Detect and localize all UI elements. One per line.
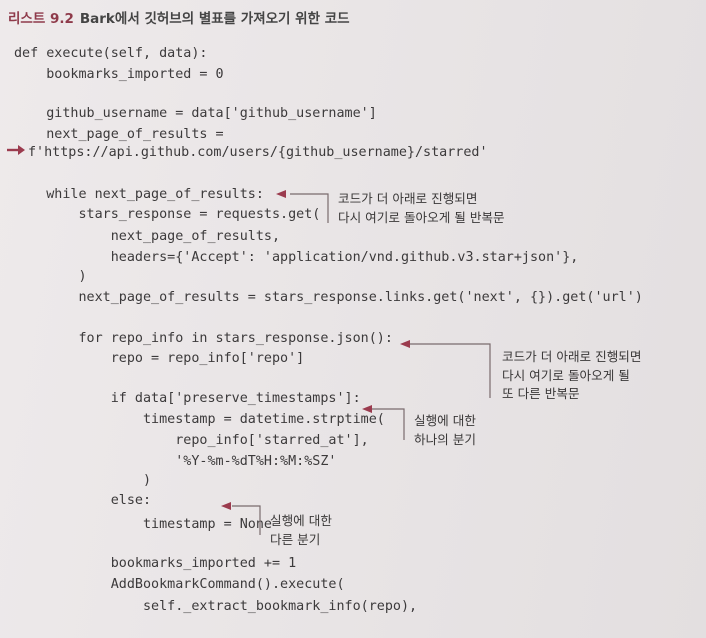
annotation-line: 또 다른 반복문 (502, 386, 580, 401)
callout-connectors (221, 190, 491, 535)
annotation-line: 코드가 더 아래로 진행되면 (502, 349, 642, 364)
annotation-else-branch: 실행에 대한 다른 분기 (270, 512, 332, 549)
annotation-if-branch: 실행에 대한 하나의 분기 (414, 412, 476, 449)
annotation-line: 하나의 분기 (414, 431, 476, 447)
annotation-while-loop: 코드가 더 아래로 진행되면 다시 여기로 돌아오게 될 반복문 (338, 190, 505, 227)
callout-arrow-icon (362, 405, 372, 413)
annotation-line: 실행에 대한 (414, 413, 476, 428)
callout-arrow-icon (276, 190, 286, 198)
annotation-line: 다른 분기 (270, 531, 321, 547)
callout-arrow-icon (400, 340, 410, 348)
annotation-line: 다시 여기로 돌아오게 될 반복문 (338, 209, 505, 225)
callout-arrow-icon (221, 502, 231, 510)
annotation-line: 실행에 대한 (270, 513, 332, 528)
annotation-line: 코드가 더 아래로 진행되면 (338, 191, 478, 206)
book-page: 리스트 9.2 Bark에서 깃허브의 별표를 가져오기 위한 코드 def ex… (0, 0, 706, 638)
annotation-line: 다시 여기로 돌아오게 될 (502, 367, 630, 383)
annotation-for-loop: 코드가 더 아래로 진행되면 다시 여기로 돌아오게 될 또 다른 반복문 (502, 348, 641, 404)
